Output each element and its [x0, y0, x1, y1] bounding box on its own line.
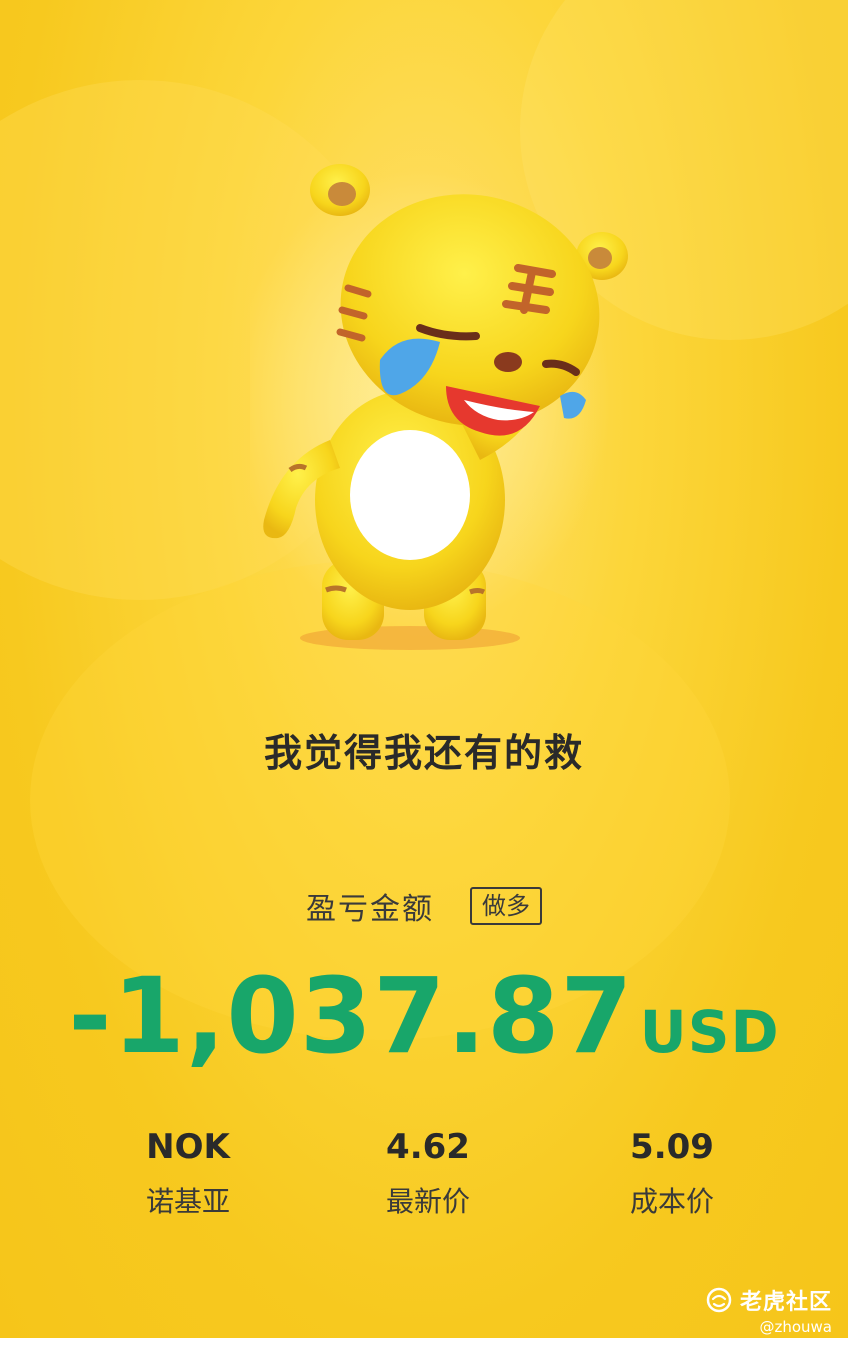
- pnl-header: 盈亏金额 做多: [0, 884, 848, 928]
- watermark-user: @zhouwa: [759, 1318, 832, 1336]
- tiger-logo-icon: [706, 1287, 732, 1313]
- pnl-currency: USD: [639, 998, 780, 1066]
- stat-latest-price: 4.62 最新价: [318, 1122, 538, 1220]
- stat-value: 4.62: [386, 1127, 470, 1167]
- watermark-brand: 老虎社区: [739, 1290, 832, 1315]
- stat-label: 成本价: [629, 1185, 714, 1218]
- stat-label: 诺基亚: [145, 1185, 230, 1218]
- pnl-amount-value: -1,037.87: [68, 955, 634, 1077]
- stat-cost-price: 5.09 成本价: [562, 1122, 782, 1220]
- headline: 我觉得我还有的救: [263, 731, 584, 775]
- pnl-share-card: 我觉得我还有的救 盈亏金额 做多 -1,037.87 USD NOK 诺基亚 4…: [0, 0, 848, 1338]
- pnl-label: 盈亏金额: [306, 892, 434, 927]
- stat-value: 5.09: [630, 1127, 714, 1167]
- crying-tiger-mascot-icon: [250, 164, 628, 650]
- pnl-amount: -1,037.87 USD: [0, 955, 848, 1077]
- direction-badge: 做多: [470, 887, 542, 925]
- watermark: 老虎社区: [706, 1284, 832, 1316]
- stat-value: NOK: [146, 1127, 230, 1167]
- stat-label: 最新价: [385, 1185, 470, 1218]
- stat-symbol: NOK 诺基亚: [78, 1122, 298, 1220]
